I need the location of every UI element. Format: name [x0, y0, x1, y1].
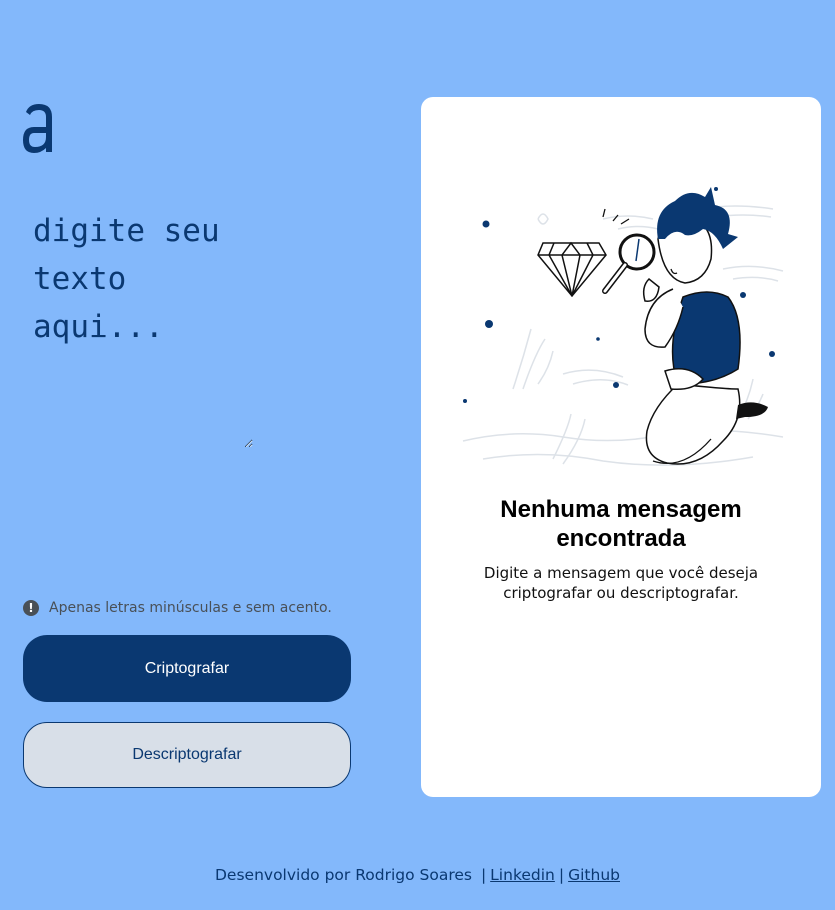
output-panel: Nenhuma mensagem encontrada Digite a men…: [421, 97, 821, 797]
footer-separator: |: [558, 866, 565, 884]
encrypt-button[interactable]: Criptografar: [23, 635, 351, 702]
footer: Desenvolvido por Rodrigo Soares | Linkedi…: [0, 866, 835, 884]
empty-state-title: Nenhuma mensagem encontrada: [500, 496, 742, 552]
message-input[interactable]: [25, 205, 253, 448]
person-with-magnifying-glass-illustration: [462, 187, 784, 466]
decrypt-button[interactable]: Descriptografar: [23, 722, 351, 788]
hint-text: Apenas letras minúsculas e sem acento.: [49, 600, 332, 616]
linkedin-link[interactable]: Linkedin: [490, 866, 555, 884]
footer-separator: |: [480, 866, 487, 884]
empty-state-text: Digite a mensagem que você deseja cripto…: [483, 564, 759, 602]
footer-credit: Desenvolvido por Rodrigo Soares: [214, 866, 472, 884]
input-hint: ! Apenas letras minúsculas e sem acento.: [23, 600, 332, 616]
info-icon: !: [23, 600, 39, 616]
alura-logo-icon[interactable]: [20, 102, 56, 154]
github-link[interactable]: Github: [568, 866, 620, 884]
